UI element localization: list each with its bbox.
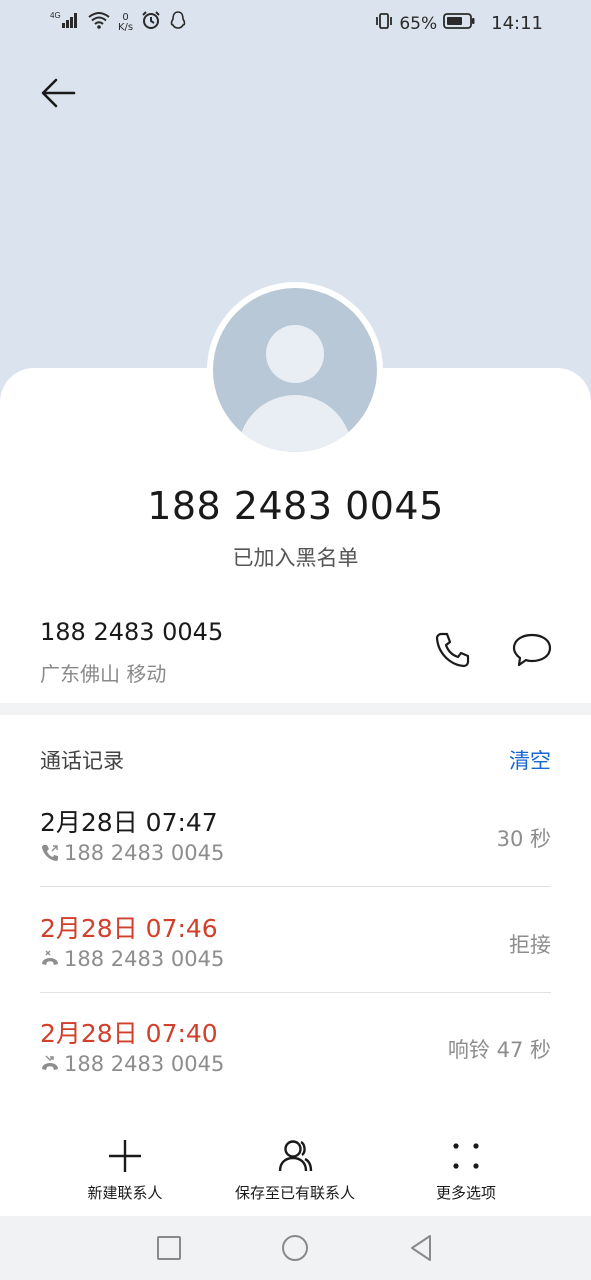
clock-time: 14:11 <box>491 13 543 34</box>
call-detail: 拒接 <box>509 933 551 957</box>
qq-icon <box>169 10 187 35</box>
back-arrow-icon <box>41 78 76 108</box>
signal-icon: 4G <box>50 10 80 35</box>
call-number: 188 2483 0045 <box>64 841 225 865</box>
call-detail: 响铃 47 秒 <box>447 1038 551 1062</box>
alarm-icon <box>141 10 161 35</box>
triangle-back-icon <box>411 1235 431 1261</box>
call-log-entry[interactable]: 2月28日 07:40 188 2483 0045 响铃 47 秒 <box>0 1014 591 1119</box>
vibrate-icon <box>375 11 393 36</box>
more-dots-icon <box>453 1143 479 1169</box>
back-nav-button[interactable] <box>406 1233 436 1263</box>
system-nav-bar <box>0 1216 591 1280</box>
call-number: 188 2483 0045 <box>64 1052 225 1076</box>
plus-icon <box>109 1140 141 1172</box>
more-options-button[interactable]: 更多选项 <box>371 1138 561 1203</box>
more-options-label: 更多选项 <box>435 1184 496 1202</box>
recent-apps-button[interactable] <box>154 1233 184 1263</box>
net-speed-unit: K/s <box>118 21 134 33</box>
divider <box>40 992 551 993</box>
message-icon <box>512 633 552 667</box>
call-number-line: 188 2483 0045 <box>40 947 224 971</box>
square-icon <box>157 1236 181 1260</box>
new-contact-button[interactable]: 新建联系人 <box>30 1138 220 1203</box>
missed-call-icon <box>42 1055 58 1070</box>
battery-percent: 65% <box>399 13 438 34</box>
circle-icon <box>282 1235 308 1261</box>
avatar <box>207 282 383 458</box>
save-to-existing-label: 保存至已有联系人 <box>234 1184 355 1202</box>
message-button[interactable] <box>510 630 554 670</box>
call-number: 188 2483 0045 <box>64 947 225 971</box>
wifi-icon <box>88 11 110 34</box>
phone-number-row-number[interactable]: 188 2483 0045 <box>40 618 223 646</box>
divider <box>40 886 551 887</box>
call-time: 2月28日 07:46 <box>40 914 218 943</box>
call-number-line: 188 2483 0045 <box>40 841 224 865</box>
call-log-title: 通话记录 <box>40 749 124 773</box>
call-detail: 30 秒 <box>496 827 551 851</box>
status-bar: 4G 0 K/s 65% 14:11 <box>0 0 591 46</box>
clear-call-log-button[interactable]: 清空 <box>509 745 551 775</box>
save-to-existing-contact-button[interactable]: 保存至已有联系人 <box>200 1138 390 1203</box>
default-avatar-icon <box>213 288 377 452</box>
net-speed-value: 0 <box>122 11 129 23</box>
call-number-line: 188 2483 0045 <box>40 1052 224 1076</box>
contact-number-title: 188 2483 0045 <box>147 484 444 528</box>
phone-number-location: 广东佛山 移动 <box>40 662 167 686</box>
new-contact-label: 新建联系人 <box>87 1184 163 1202</box>
call-log-entry[interactable]: 2月28日 07:47 188 2483 0045 30 秒 <box>0 803 591 908</box>
call-log-entry[interactable]: 2月28日 07:46 188 2483 0045 拒接 <box>0 909 591 1014</box>
home-button[interactable] <box>280 1233 310 1263</box>
net-speed: 0 K/s <box>118 11 134 33</box>
person-icon <box>278 1140 313 1172</box>
svg-text:4G: 4G <box>50 11 61 20</box>
status-left: 4G 0 K/s <box>50 10 187 35</box>
battery-icon <box>443 12 475 35</box>
section-separator <box>0 703 591 715</box>
call-time: 2月28日 07:47 <box>40 808 218 837</box>
outgoing-call-icon <box>42 845 58 861</box>
rejected-call-icon <box>42 950 58 965</box>
call-button[interactable] <box>432 630 472 670</box>
call-time: 2月28日 07:40 <box>40 1019 218 1048</box>
status-right: 65% 14:11 <box>375 11 543 36</box>
phone-icon <box>435 632 470 668</box>
back-button[interactable] <box>38 72 80 114</box>
blacklist-status: 已加入黑名单 <box>232 546 359 570</box>
